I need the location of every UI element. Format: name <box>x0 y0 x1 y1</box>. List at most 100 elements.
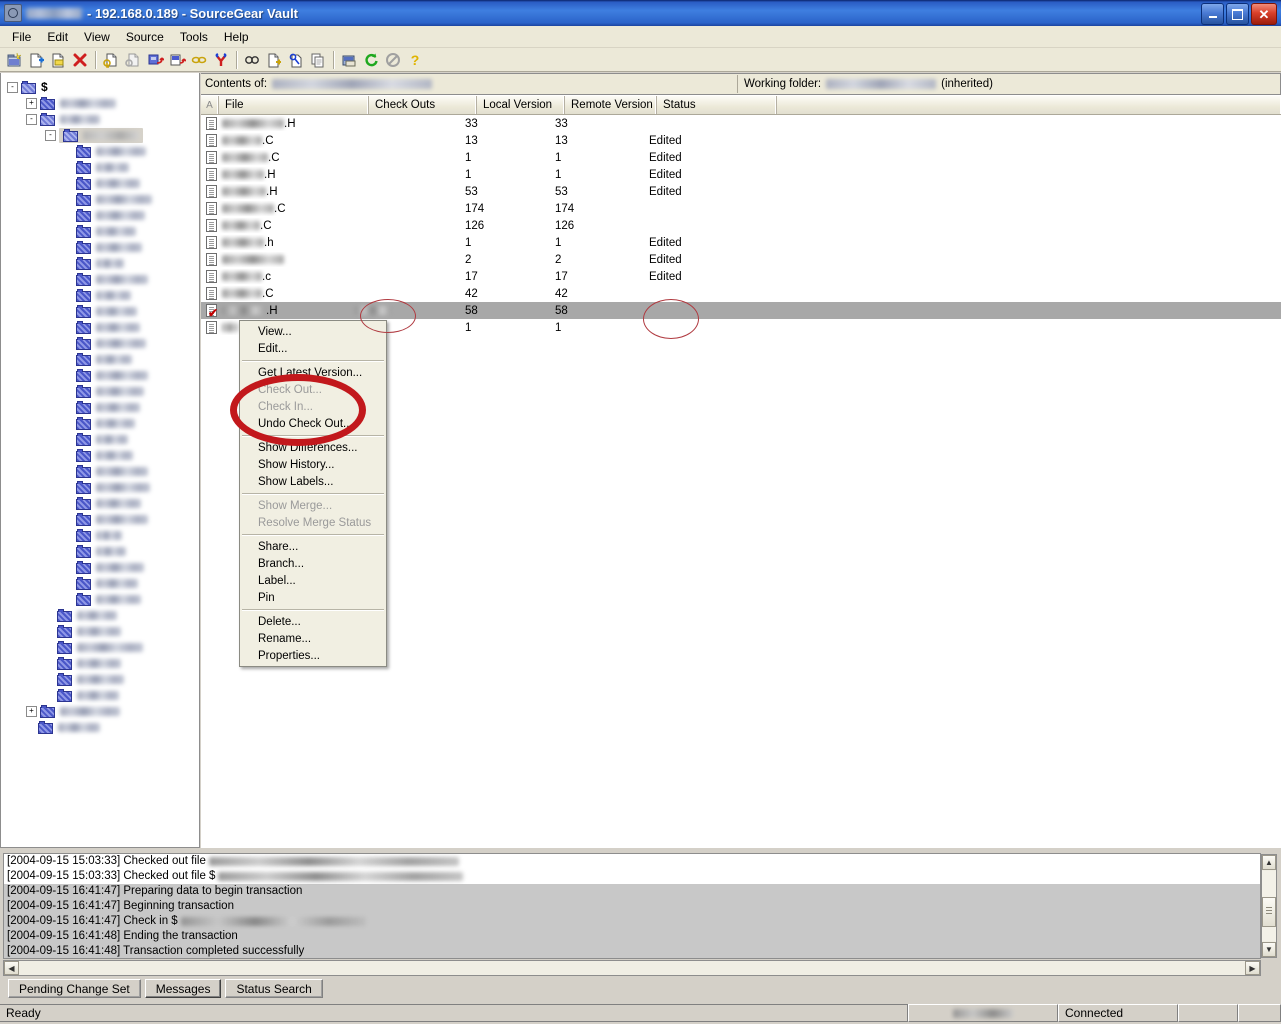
close-button[interactable]: ✕ <box>1251 3 1277 25</box>
tree-node[interactable] <box>7 367 199 383</box>
check-out-icon[interactable] <box>100 49 122 71</box>
file-list-row[interactable]: .H 53 53 Edited <box>201 183 1281 200</box>
tree-node[interactable] <box>7 319 199 335</box>
tree-node[interactable] <box>7 271 199 287</box>
tree-node[interactable] <box>7 719 199 735</box>
tree-node[interactable] <box>7 495 199 511</box>
tree-node[interactable] <box>7 623 199 639</box>
context-menu-item-edit[interactable]: Edit... <box>240 340 386 357</box>
tree-node[interactable]: + <box>7 95 199 111</box>
tree-node[interactable] <box>7 575 199 591</box>
tree-node[interactable] <box>7 159 199 175</box>
context-menu-item-properties[interactable]: Properties... <box>240 647 386 664</box>
file-list-row[interactable]: .C 174 174 <box>201 200 1281 217</box>
help-icon[interactable]: ? <box>404 49 426 71</box>
new-folder-icon[interactable] <box>47 49 69 71</box>
new-file-icon[interactable] <box>25 49 47 71</box>
cancel-icon[interactable] <box>382 49 404 71</box>
tree-node[interactable] <box>7 543 199 559</box>
messages-horizontal-scrollbar[interactable]: ◀ ▶ <box>3 960 1261 976</box>
tree-node[interactable]: + <box>7 703 199 719</box>
tree-collapse-icon[interactable]: - <box>26 113 37 125</box>
tree-node[interactable]: - $ <box>7 79 199 95</box>
file-context-menu[interactable]: View... Edit... Get Latest Version... Check… <box>239 320 387 667</box>
working-folder-icon[interactable] <box>338 49 360 71</box>
menu-item-tools[interactable]: Tools <box>172 27 216 47</box>
copy-icon[interactable] <box>307 49 329 71</box>
context-menu-item-show-labels[interactable]: Show Labels... <box>240 473 386 490</box>
scroll-left-arrow-icon[interactable]: ◀ <box>4 961 19 975</box>
tree-node[interactable] <box>7 239 199 255</box>
menu-item-help[interactable]: Help <box>216 27 257 47</box>
file-list-row[interactable]: .H 33 33 <box>201 115 1281 132</box>
check-in-icon[interactable] <box>144 49 166 71</box>
menu-item-edit[interactable]: Edit <box>39 27 76 47</box>
tree-node[interactable] <box>7 559 199 575</box>
show-labels-icon[interactable] <box>285 49 307 71</box>
tree-node[interactable] <box>7 463 199 479</box>
column-header-remote-version[interactable]: Remote Version <box>565 96 657 114</box>
undo-check-out-icon[interactable] <box>122 49 144 71</box>
context-menu-item-rename[interactable]: Rename... <box>240 630 386 647</box>
tree-node[interactable] <box>7 191 199 207</box>
tree-node[interactable]: - <box>7 127 199 143</box>
tree-expand-icon[interactable]: + <box>26 97 37 109</box>
tree-node[interactable] <box>7 479 199 495</box>
tree-node[interactable] <box>7 415 199 431</box>
minimize-button[interactable] <box>1201 3 1224 25</box>
tree-node[interactable] <box>7 175 199 191</box>
tree-node[interactable] <box>7 303 199 319</box>
branch-icon[interactable] <box>210 49 232 71</box>
tree-node[interactable] <box>7 447 199 463</box>
tree-node[interactable] <box>7 431 199 447</box>
tree-node[interactable] <box>7 335 199 351</box>
tree-node[interactable] <box>7 671 199 687</box>
column-header-local-version[interactable]: Local Version <box>477 96 565 114</box>
scroll-thumb[interactable] <box>1262 897 1276 927</box>
column-header-status[interactable]: Status <box>657 96 777 114</box>
tree-node[interactable] <box>7 687 199 703</box>
scroll-up-arrow-icon[interactable]: ▲ <box>1262 855 1276 870</box>
refresh-icon[interactable] <box>360 49 382 71</box>
column-header-check-outs[interactable]: Check Outs <box>369 96 477 114</box>
file-list-row[interactable]: .c 17 17 Edited <box>201 268 1281 285</box>
show-history-icon[interactable] <box>263 49 285 71</box>
tree-node[interactable] <box>7 351 199 367</box>
tree-node[interactable] <box>7 255 199 271</box>
menu-item-source[interactable]: Source <box>118 27 172 47</box>
context-menu-item-label[interactable]: Label... <box>240 572 386 589</box>
file-list-row[interactable]: .H 1 1 Edited <box>201 166 1281 183</box>
file-list-row[interactable]: .C 126 126 <box>201 217 1281 234</box>
tree-node[interactable] <box>7 287 199 303</box>
maximize-button[interactable] <box>1226 3 1249 25</box>
tree-node[interactable] <box>7 399 199 415</box>
add-files-icon[interactable] <box>3 49 25 71</box>
tab-pending-change-set[interactable]: Pending Change Set <box>8 979 141 998</box>
tree-node[interactable] <box>7 655 199 671</box>
context-menu-item-branch[interactable]: Branch... <box>240 555 386 572</box>
tab-status-search[interactable]: Status Search <box>225 979 323 998</box>
column-header-file[interactable]: File <box>219 96 369 114</box>
context-menu-item-show-history[interactable]: Show History... <box>240 456 386 473</box>
tree-expand-icon[interactable]: + <box>26 705 37 717</box>
scroll-right-arrow-icon[interactable]: ▶ <box>1245 961 1260 975</box>
file-list-row[interactable]: .h 1 1 Edited <box>201 234 1281 251</box>
repository-tree[interactable]: - $ + - - + <box>1 73 199 735</box>
messages-vertical-scrollbar[interactable]: ▲ ▼ <box>1261 854 1277 958</box>
file-list-row[interactable]: .C 1 1 Edited <box>201 149 1281 166</box>
tree-node[interactable] <box>7 207 199 223</box>
tree-collapse-icon[interactable]: - <box>45 129 56 141</box>
file-list-row[interactable]: .C 42 42 <box>201 285 1281 302</box>
tree-node[interactable] <box>7 639 199 655</box>
menu-item-file[interactable]: File <box>4 27 39 47</box>
context-menu-item-share[interactable]: Share... <box>240 538 386 555</box>
share-icon[interactable] <box>188 49 210 71</box>
show-differences-icon[interactable] <box>241 49 263 71</box>
menu-item-view[interactable]: View <box>76 27 118 47</box>
scroll-down-arrow-icon[interactable]: ▼ <box>1262 942 1276 957</box>
tree-node[interactable] <box>7 591 199 607</box>
delete-icon[interactable] <box>69 49 91 71</box>
get-latest-version-icon[interactable] <box>166 49 188 71</box>
tree-node[interactable] <box>7 511 199 527</box>
tree-node[interactable]: - <box>7 111 199 127</box>
